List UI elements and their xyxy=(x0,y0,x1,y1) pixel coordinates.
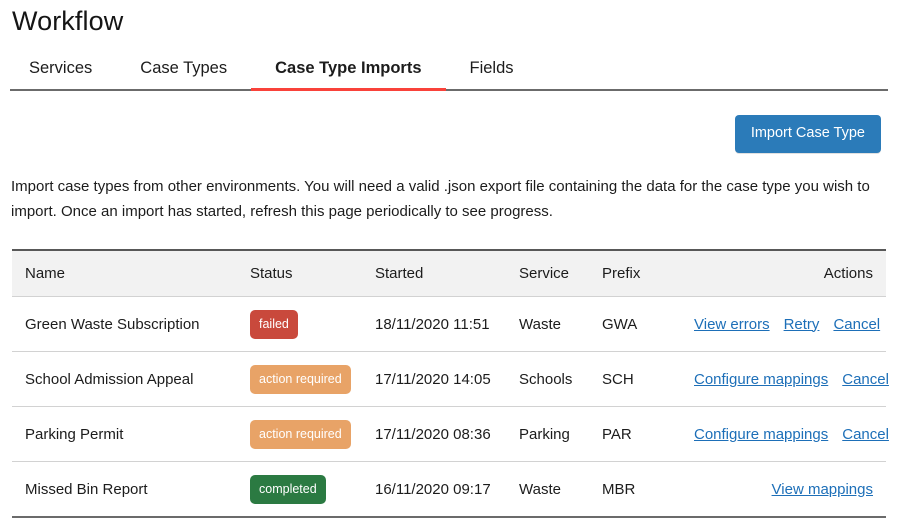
cell-name: Missed Bin Report xyxy=(12,461,250,518)
table-row: Missed Bin Report completed 16/11/2020 09:… xyxy=(12,461,886,518)
tab-fields[interactable]: Fields xyxy=(446,58,538,89)
cell-name: School Admission Appeal xyxy=(12,351,250,407)
action-link-view-errors[interactable]: View errors xyxy=(694,316,770,333)
import-case-type-button[interactable]: Import Case Type xyxy=(734,115,881,153)
action-link-cancel[interactable]: Cancel xyxy=(842,371,889,388)
action-link-configure-mappings[interactable]: Configure mappings xyxy=(694,371,828,388)
row-actions: Configure mappings Cancel xyxy=(694,371,889,388)
cell-service: Waste xyxy=(519,461,602,518)
action-link-view-mappings[interactable]: View mappings xyxy=(772,481,873,498)
cell-status: completed xyxy=(250,461,375,518)
tab-services[interactable]: Services xyxy=(10,58,116,89)
column-header-prefix: Prefix xyxy=(602,249,694,297)
cell-started: 16/11/2020 09:17 xyxy=(375,461,519,518)
case-type-imports-table: Name Status Started Service Prefix Actio… xyxy=(12,249,889,518)
table-row: Green Waste Subscription failed 18/11/2020… xyxy=(12,296,886,352)
row-actions: View errors Retry Cancel xyxy=(694,316,880,333)
column-header-service: Service xyxy=(519,249,602,297)
status-badge: completed xyxy=(250,474,326,504)
cell-prefix: MBR xyxy=(602,461,694,518)
cell-name: Parking Permit xyxy=(12,406,250,462)
column-header-name: Name xyxy=(12,249,250,297)
status-badge: action required xyxy=(250,364,351,394)
cell-actions: View mappings xyxy=(694,461,886,518)
action-link-configure-mappings[interactable]: Configure mappings xyxy=(694,426,828,443)
cell-prefix: SCH xyxy=(602,351,694,407)
cell-service: Parking xyxy=(519,406,602,462)
page-title: Workflow xyxy=(12,6,124,36)
table-body: Green Waste Subscription failed 18/11/2020… xyxy=(12,296,889,518)
table-row: School Admission Appeal action required 17… xyxy=(12,351,889,407)
cell-started: 18/11/2020 11:51 xyxy=(375,296,519,352)
cell-name: Green Waste Subscription xyxy=(12,296,250,352)
workflow-page: Workflow Services Case Types Case Type Imp… xyxy=(0,0,898,522)
action-link-cancel[interactable]: Cancel xyxy=(833,316,880,333)
cell-actions: Configure mappings Cancel xyxy=(694,406,889,462)
action-link-cancel[interactable]: Cancel xyxy=(842,426,889,443)
table-header: Name Status Started Service Prefix Actio… xyxy=(12,249,886,297)
action-link-retry[interactable]: Retry xyxy=(784,316,820,333)
row-actions: View mappings xyxy=(772,481,873,498)
column-header-actions: Actions xyxy=(694,249,886,297)
status-badge: failed xyxy=(250,309,298,339)
table-row: Parking Permit action required 17/11/2020 … xyxy=(12,406,889,462)
cell-status: action required xyxy=(250,406,375,462)
cell-prefix: PAR xyxy=(602,406,694,462)
page-description: Import case types from other environment… xyxy=(11,178,870,220)
cell-actions: Configure mappings Cancel xyxy=(694,351,889,407)
row-actions: Configure mappings Cancel xyxy=(694,426,889,443)
cell-prefix: GWA xyxy=(602,296,694,352)
cell-service: Waste xyxy=(519,296,602,352)
tab-case-types[interactable]: Case Types xyxy=(116,58,251,89)
cell-actions: View errors Retry Cancel xyxy=(694,296,886,352)
action-bar: Import Case Type xyxy=(10,115,888,153)
imports-table-container: Name Status Started Service Prefix Actio… xyxy=(10,249,889,518)
status-badge: action required xyxy=(250,419,351,449)
cell-status: failed xyxy=(250,296,375,352)
column-header-started: Started xyxy=(375,249,519,297)
tab-case-type-imports[interactable]: Case Type Imports xyxy=(251,58,446,91)
tab-bar: Services Case Types Case Type Imports Field… xyxy=(10,49,888,91)
table-header-row: Name Status Started Service Prefix Actio… xyxy=(12,249,886,297)
cell-started: 17/11/2020 08:36 xyxy=(375,406,519,462)
column-header-status: Status xyxy=(250,249,375,297)
cell-service: Schools xyxy=(519,351,602,407)
cell-started: 17/11/2020 14:05 xyxy=(375,351,519,407)
cell-status: action required xyxy=(250,351,375,407)
